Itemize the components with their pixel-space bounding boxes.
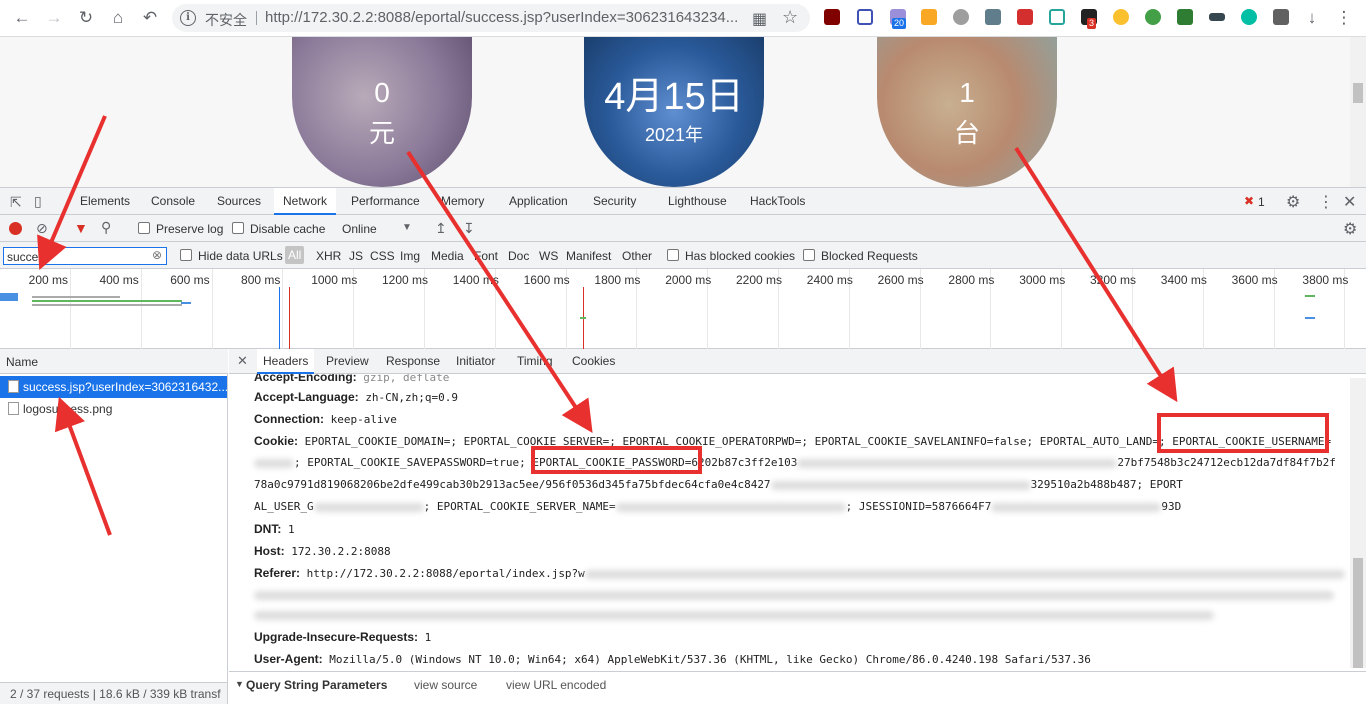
- arrow-to-request: [54, 396, 112, 536]
- arrow-to-username: [1014, 146, 1178, 403]
- arrow-to-filter: [37, 115, 107, 271]
- annotation-arrows: [37, 115, 1178, 536]
- screenshot-root: ← → ↻ ⌂ ↶ i 不安全 http://172.30.2.2:8088/e…: [0, 0, 1366, 704]
- arrow-to-password: [406, 150, 593, 434]
